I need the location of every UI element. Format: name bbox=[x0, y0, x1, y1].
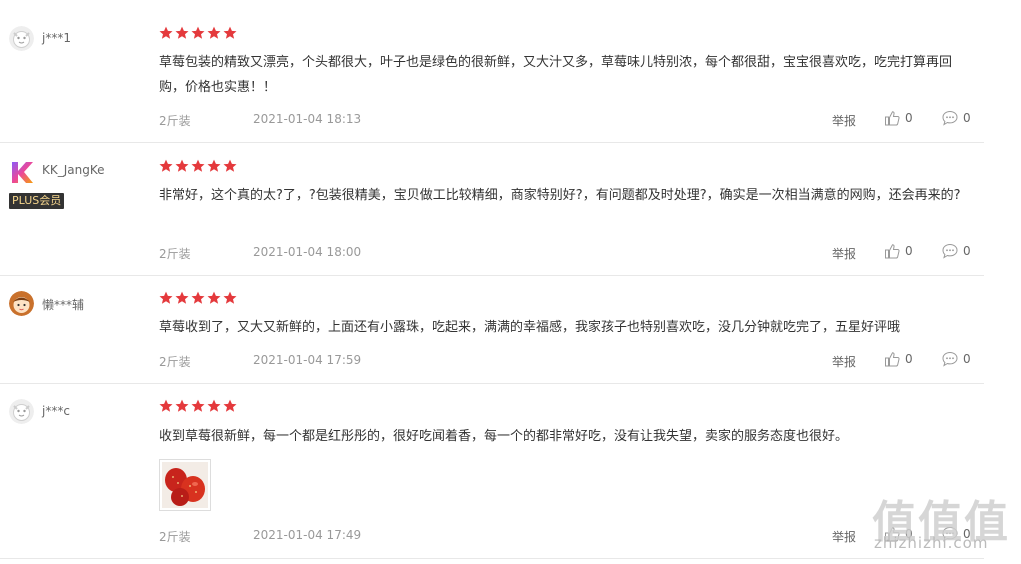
site-watermark: 值值值 zhizhizhi.com bbox=[868, 484, 1018, 564]
reviewer-name: j***1 bbox=[42, 31, 71, 45]
default-avatar-icon bbox=[9, 26, 34, 51]
reviewer-name: KK_JangKe bbox=[42, 163, 105, 177]
thumbs-up-icon bbox=[884, 243, 900, 259]
review-time: 2021-01-04 18:00 bbox=[253, 245, 362, 259]
star-icon bbox=[223, 26, 237, 40]
star-icon bbox=[175, 26, 189, 40]
star-icon bbox=[191, 291, 205, 305]
k-logo-avatar-icon bbox=[9, 160, 34, 185]
review-photo-thumbnail[interactable] bbox=[159, 459, 211, 511]
star-icon bbox=[207, 291, 221, 305]
review-content: 草莓收到了，又大又新鲜的，上面还有小露珠，吃起来，满满的幸福感，我家孩子也特别喜… bbox=[159, 320, 901, 335]
report-link[interactable]: 举报 bbox=[832, 245, 856, 262]
review-content: 草莓包装的精致又漂亮，个头都很大，叶子也是绿色的很新鲜，又大汁又多，草莓味儿特别… bbox=[159, 55, 953, 95]
star-icon bbox=[207, 26, 221, 40]
star-icon bbox=[159, 26, 173, 40]
report-link[interactable]: 举报 bbox=[832, 353, 856, 370]
product-spec: 2斤装 bbox=[159, 355, 191, 369]
star-icon bbox=[175, 291, 189, 305]
review-time: 2021-01-04 17:49 bbox=[253, 528, 362, 542]
star-icon bbox=[159, 291, 173, 305]
star-rating bbox=[159, 291, 237, 305]
like-button[interactable]: 0 bbox=[884, 110, 913, 126]
reply-count: 0 bbox=[963, 111, 971, 125]
product-spec: 2斤装 bbox=[159, 247, 191, 261]
reviewer-name: j***c bbox=[42, 404, 70, 418]
like-count: 0 bbox=[905, 111, 913, 125]
star-rating bbox=[159, 399, 237, 413]
star-icon bbox=[223, 159, 237, 173]
cartoon-girl-avatar-icon bbox=[9, 291, 34, 316]
comment-bubble-icon bbox=[942, 110, 958, 126]
star-icon bbox=[159, 159, 173, 173]
watermark-domain: zhizhizhi.com bbox=[874, 534, 989, 552]
reply-button[interactable]: 0 bbox=[942, 351, 971, 367]
like-count: 0 bbox=[905, 244, 913, 258]
star-icon bbox=[159, 399, 173, 413]
strawberry-photo-icon bbox=[162, 462, 208, 508]
review-item: j***c 收到草莓很新鲜，每一个都是红彤彤的，很好吃闻着香，每一个的都非常好吃… bbox=[0, 384, 984, 559]
review-item: j***1 草莓包装的精致又漂亮，个头都很大，叶子也是绿色的很新鲜，又大汁又多，… bbox=[0, 0, 984, 143]
review-content: 非常好，这个真的太?了，?包装很精美，宝贝做工比较精细，商家特别好?，有问题都及… bbox=[159, 188, 961, 203]
star-icon bbox=[191, 159, 205, 173]
like-button[interactable]: 0 bbox=[884, 351, 913, 367]
reviewer-name: 懒***辅 bbox=[42, 298, 85, 312]
thumbs-up-icon bbox=[884, 110, 900, 126]
reply-count: 0 bbox=[963, 244, 971, 258]
star-icon bbox=[175, 159, 189, 173]
star-icon bbox=[191, 399, 205, 413]
review-time: 2021-01-04 18:13 bbox=[253, 112, 362, 126]
product-spec: 2斤装 bbox=[159, 530, 191, 544]
thumbs-up-icon bbox=[884, 351, 900, 367]
star-rating bbox=[159, 159, 237, 173]
reply-button[interactable]: 0 bbox=[942, 110, 971, 126]
product-spec: 2斤装 bbox=[159, 114, 191, 128]
reply-count: 0 bbox=[963, 352, 971, 366]
report-link[interactable]: 举报 bbox=[832, 112, 856, 129]
reply-button[interactable]: 0 bbox=[942, 243, 971, 259]
review-time: 2021-01-04 17:59 bbox=[253, 353, 362, 367]
review-item: 懒***辅 草莓收到了，又大又新鲜的，上面还有小露珠，吃起来，满满的幸福感，我家… bbox=[0, 276, 984, 384]
star-icon bbox=[223, 399, 237, 413]
default-avatar-icon bbox=[9, 399, 34, 424]
comment-bubble-icon bbox=[942, 351, 958, 367]
report-link[interactable]: 举报 bbox=[832, 528, 856, 545]
star-icon bbox=[207, 159, 221, 173]
like-button[interactable]: 0 bbox=[884, 243, 913, 259]
star-icon bbox=[191, 26, 205, 40]
star-icon bbox=[207, 399, 221, 413]
star-rating bbox=[159, 26, 237, 40]
review-content: 收到草莓很新鲜，每一个都是红彤彤的，很好吃闻着香，每一个的都非常好吃，没有让我失… bbox=[159, 429, 849, 444]
review-list: j***1 草莓包装的精致又漂亮，个头都很大，叶子也是绿色的很新鲜，又大汁又多，… bbox=[0, 0, 984, 559]
star-icon bbox=[223, 291, 237, 305]
comment-bubble-icon bbox=[942, 243, 958, 259]
review-item: KK_JangKe PLUS会员 非常好，这个真的太?了，?包装很精美，宝贝做工… bbox=[0, 143, 984, 276]
like-count: 0 bbox=[905, 352, 913, 366]
plus-member-badge: PLUS会员 bbox=[9, 193, 65, 209]
star-icon bbox=[175, 399, 189, 413]
